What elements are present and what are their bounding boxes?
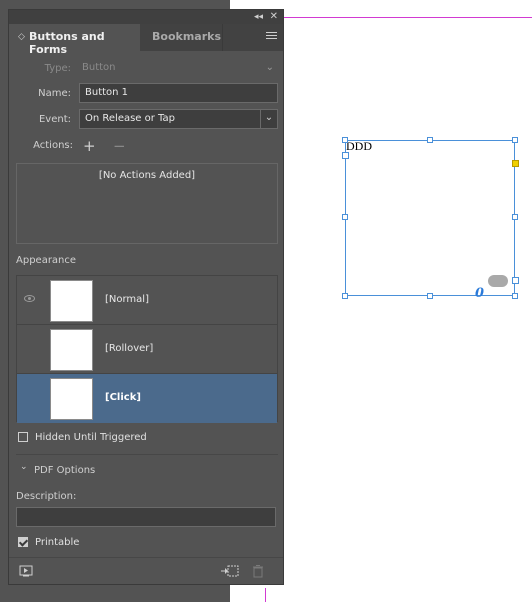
chevron-down-icon: ⌄ (265, 62, 274, 73)
resize-handle-top-right[interactable] (512, 137, 518, 143)
hidden-until-triggered-checkbox[interactable] (18, 432, 28, 442)
panel-menu-icon[interactable] (266, 32, 277, 41)
printable-checkbox[interactable] (18, 537, 28, 547)
panel-bottom-bar (9, 557, 283, 584)
resize-handle-bottom-left[interactable] (342, 293, 348, 299)
text-frame-in-port[interactable] (342, 152, 349, 159)
event-select[interactable]: On Release or Tap ⌄ (79, 109, 278, 129)
guide-line-horizontal (284, 17, 532, 18)
actions-empty-text: [No Actions Added] (98, 170, 196, 181)
type-value: Button (82, 62, 116, 73)
tab-bookmarks[interactable]: Bookmarks (140, 24, 223, 51)
frame-text: DDD (346, 139, 372, 153)
remove-action-button[interactable]: − (113, 139, 126, 154)
guide-line-vertical (265, 588, 266, 602)
appearance-state-normal[interactable]: [Normal] (17, 276, 277, 325)
panel-tabs: ◇ Buttons and Forms Bookmarks (9, 24, 283, 56)
appearance-state-click[interactable]: [Click] (17, 374, 277, 423)
close-panel-icon[interactable]: ✕ (270, 10, 278, 24)
printable-label: Printable (35, 537, 80, 548)
eye-icon[interactable] (24, 295, 35, 302)
button-badge-icon (488, 275, 508, 287)
pdf-options-toggle[interactable]: PDF Options (34, 465, 95, 476)
preview-spread-icon[interactable] (19, 565, 33, 577)
divider (16, 454, 278, 455)
resize-handle-top-middle[interactable] (427, 137, 433, 143)
description-label: Description: (16, 491, 77, 502)
state-thumbnail (50, 280, 93, 322)
name-value: Button 1 (85, 87, 129, 98)
chevron-down-icon[interactable]: ⌄ (260, 110, 277, 128)
state-thumbnail (50, 378, 93, 420)
expand-collapse-icon[interactable]: ◇ (18, 32, 25, 42)
resize-handle-bottom-middle[interactable] (427, 293, 433, 299)
add-action-button[interactable]: + (83, 139, 96, 154)
name-field[interactable]: Button 1 (79, 83, 278, 103)
state-label: [Rollover] (105, 343, 154, 354)
name-label: Name: (38, 88, 71, 99)
event-label: Event: (38, 114, 71, 125)
resize-handle-middle-left[interactable] (342, 214, 348, 220)
hidden-until-triggered-label: Hidden Until Triggered (35, 432, 147, 443)
appearance-state-rollover[interactable]: [Rollover] (17, 325, 277, 374)
type-select[interactable]: Button ⌄ (82, 59, 278, 83)
actions-label: Actions: (33, 140, 73, 151)
appearance-title: Appearance (16, 255, 77, 266)
type-label: Type: (44, 63, 71, 74)
event-value: On Release or Tap (85, 113, 175, 124)
resize-handle-bottom-right[interactable] (512, 293, 518, 299)
buttons-and-forms-panel: ◂◂ ✕ ◇ Buttons and Forms Bookmarks Type:… (8, 9, 284, 585)
tab-buttons-and-forms[interactable]: ◇ Buttons and Forms (9, 24, 140, 56)
resize-handle-middle-right[interactable] (512, 214, 518, 220)
hyperlink-icon: 0 (475, 286, 485, 301)
tab-label: Bookmarks (152, 30, 221, 43)
resize-handle-top-left[interactable] (342, 137, 348, 143)
actions-list[interactable]: [No Actions Added] (16, 163, 278, 244)
state-thumbnail (50, 329, 93, 371)
description-field[interactable] (16, 507, 276, 527)
chevron-down-icon[interactable]: ⌄ (20, 462, 28, 472)
appearance-list: [Normal] [Rollover] [Click] (16, 275, 278, 423)
tab-label: Buttons and Forms (29, 30, 105, 56)
content-grabber-handle[interactable] (512, 160, 519, 167)
state-label: [Click] (105, 392, 141, 403)
button-frame[interactable] (345, 140, 515, 296)
collapse-panel-icon[interactable]: ◂◂ (254, 10, 263, 24)
trash-icon[interactable] (252, 565, 264, 578)
panel-title-bar[interactable]: ◂◂ ✕ (9, 10, 283, 24)
state-label: [Normal] (105, 294, 149, 305)
convert-to-button-icon[interactable] (221, 565, 239, 577)
text-frame-out-port[interactable] (512, 277, 519, 284)
